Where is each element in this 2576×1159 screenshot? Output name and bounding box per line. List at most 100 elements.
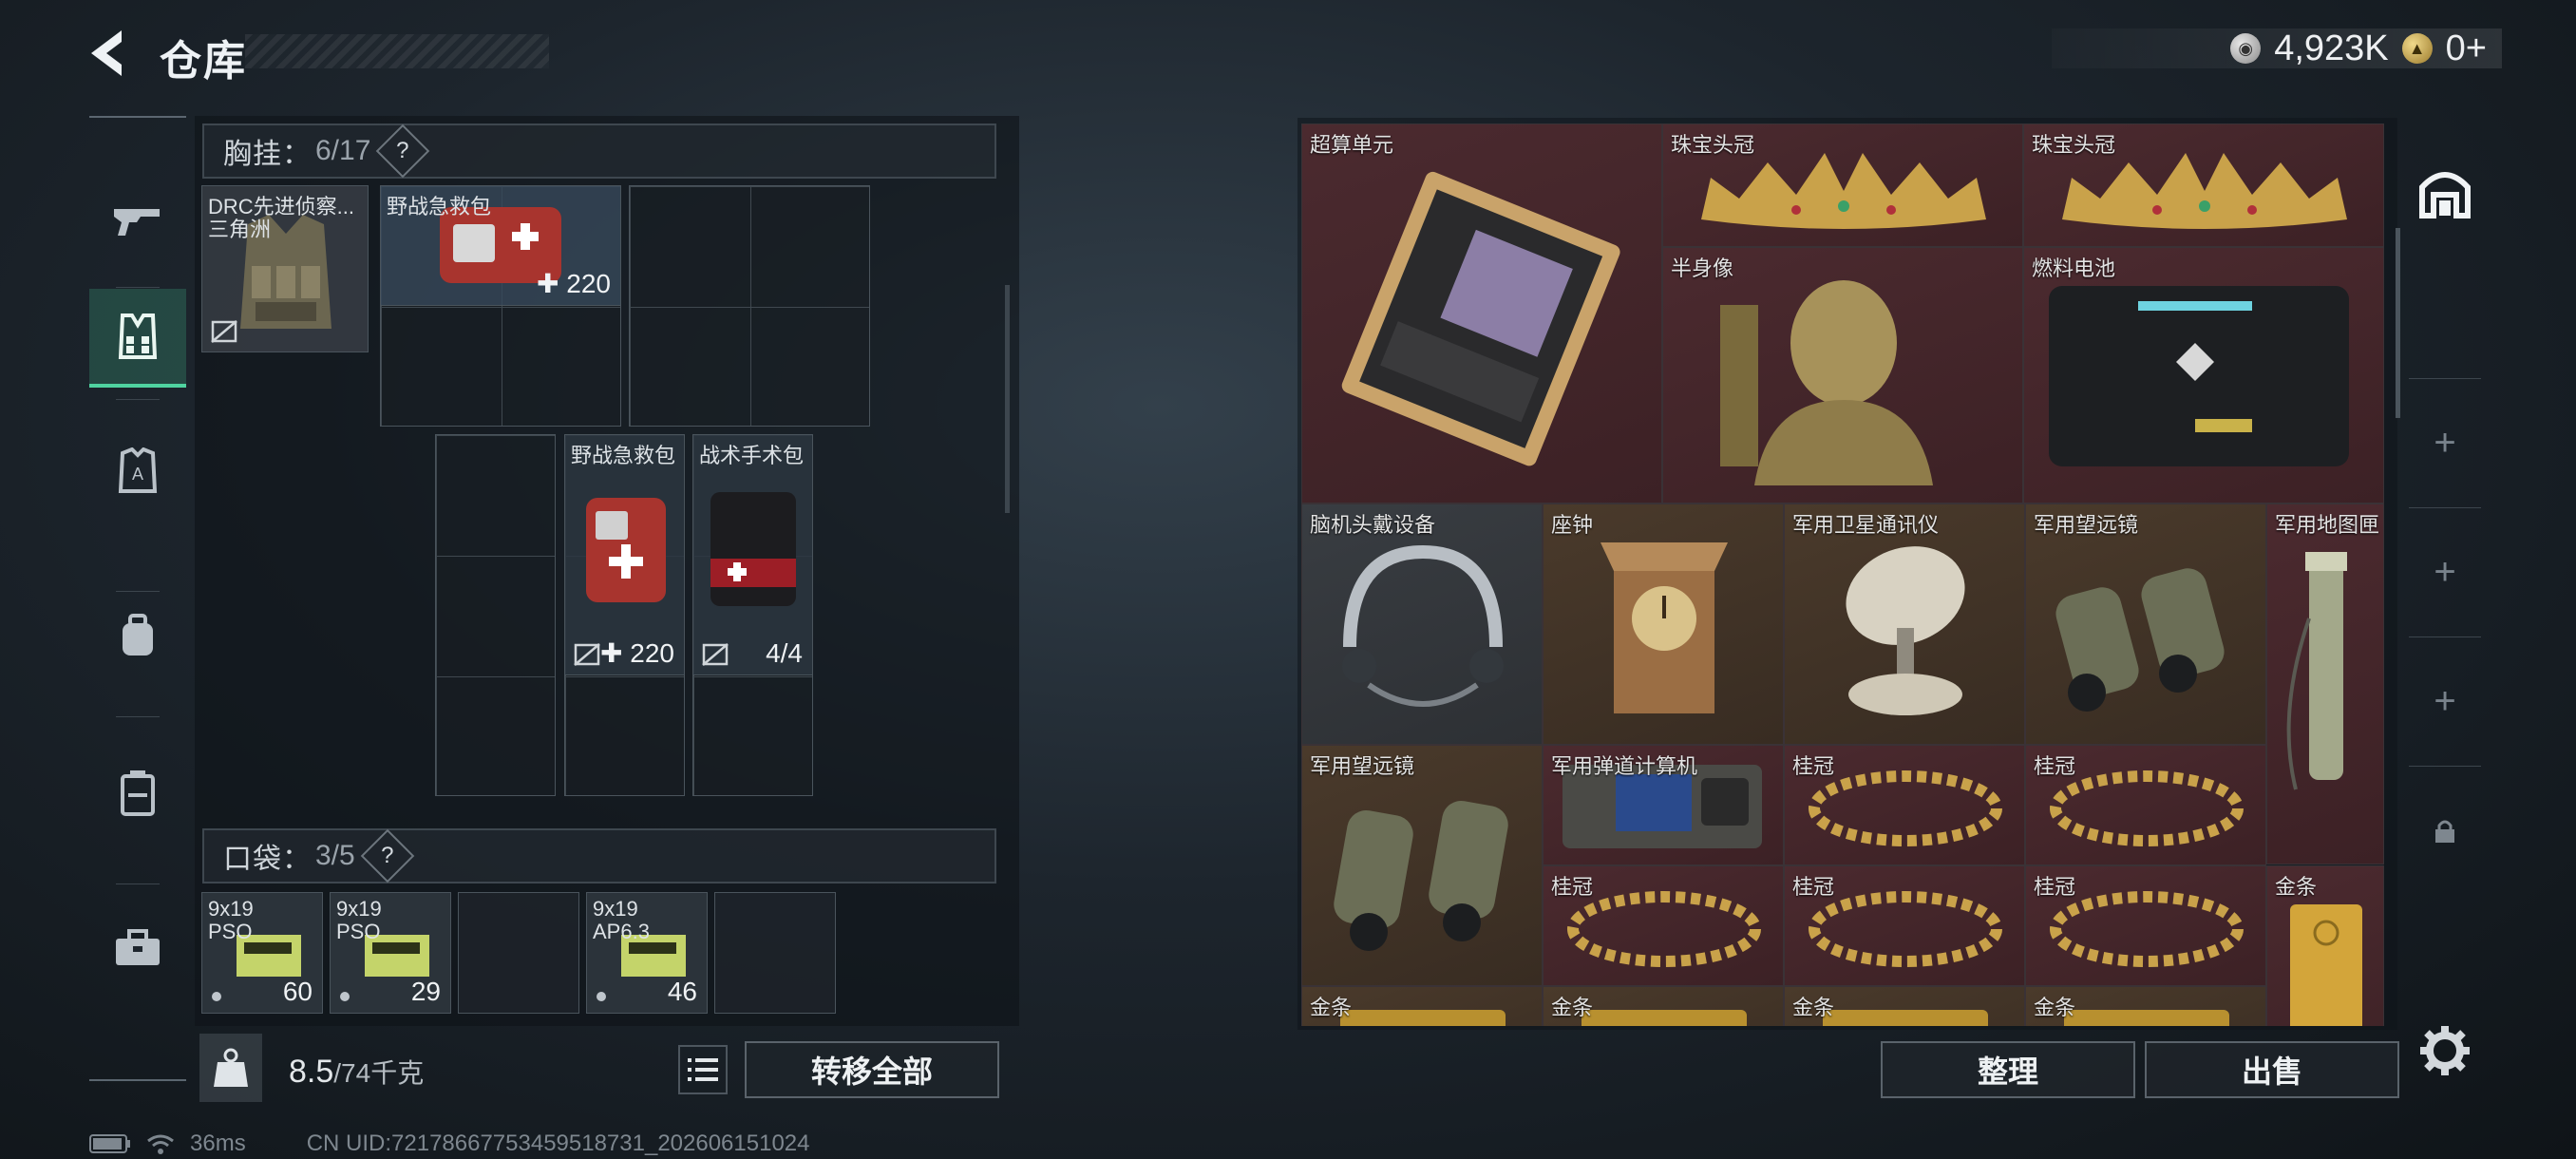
item-name: 桂冠 [1551,875,1594,899]
stash-item-gold-bar[interactable]: 金条 [1301,986,1543,1026]
rig-slot-grid[interactable] [629,185,870,427]
fuel-cell-image [2049,286,2349,466]
pockets-header: 口袋： 3/5 ? [202,828,996,884]
item-name: 燃料电池 [2032,256,2116,280]
satellite-dish-image [1846,546,1965,715]
svg-text:A: A [132,465,143,484]
item-name: 桂冠 [2034,754,2076,778]
equipped-chest-rig[interactable]: DRC先进侦察... 三角洲 [201,185,369,352]
nav-case[interactable] [89,743,186,842]
chest-rig-count: 6/17 [315,135,371,166]
item-name: 战术手术包 [699,444,805,467]
chest-rig-help-button[interactable]: ? [376,124,430,179]
gear-icon [2420,1026,2470,1075]
gold-coin-icon: ▲ [2401,33,2433,64]
stash-item-gold-bar[interactable]: 金条 [2025,986,2266,1026]
stash-item-binoculars[interactable]: 军用望远镜 [2025,504,2266,745]
stash-item-gold-bar[interactable]: 金条 [1784,986,2025,1026]
equipment-nav: A [89,116,186,1081]
status-bar: 36ms CN UID:72178667753459518731_2026061… [89,1130,810,1157]
item-name: 金条 [1792,996,1835,1019]
item-name: 野战急救包 [387,195,492,218]
stash-item-laurel[interactable]: 桂冠 [1784,745,2025,865]
ammo-dot-icon [212,992,221,1001]
weight-indicator [199,1034,262,1102]
stash-item-laurel[interactable]: 桂冠 [2025,745,2266,865]
no-insurance-icon [574,643,600,666]
nav-weapons[interactable] [89,171,186,270]
stash-tab-add[interactable]: + [2409,636,2481,766]
sort-button[interactable]: 整理 [1881,1041,2135,1098]
headset-image [1342,544,1504,707]
pocket-slot-empty[interactable] [458,892,579,1014]
stash-item-laurel[interactable]: 桂冠 [2025,865,2266,986]
pocket-slot-empty[interactable] [714,892,836,1014]
chest-rig-header: 胸挂： 6/17 ? [202,124,996,179]
stash-item-table-clock[interactable]: 座钟 [1543,504,1784,745]
stash-item-jewel-crown[interactable]: 珠宝头冠 [1662,124,2023,247]
item-name: 金条 [2275,875,2318,899]
item-subtitle: 三角洲 [208,218,272,241]
backpack-icon [123,614,153,656]
stash-item-binoculars[interactable]: 军用望远镜 [1301,745,1543,986]
stash-item-fuel-cell[interactable]: 燃料电池 [2023,247,2384,504]
nav-chest-rig[interactable] [89,289,186,388]
settings-button[interactable] [2416,1022,2473,1079]
item-name: 座钟 [1551,513,1594,537]
stash-tab-main[interactable] [2409,122,2481,264]
stash-scrollbar[interactable] [2396,228,2400,418]
weight-value: 8.5/74千克 [289,1054,425,1090]
page-title: 仓库 [160,38,247,85]
nav-backpack[interactable] [89,585,186,684]
binoculars-image [2055,568,2225,712]
stash-home-icon [2419,172,2471,218]
gun-icon [114,209,160,236]
stash-item-gold-bar[interactable]: 金条 [1543,986,1784,1026]
rig-item-first-aid[interactable]: 野战急救包 ✚ 220 [380,185,621,306]
rig-item-surgical-kit[interactable]: 战术手术包 4/4 [692,434,813,675]
item-name: 超算单元 [1310,133,1394,157]
nav-armor[interactable]: A [89,422,186,521]
stash-item-gold-bar[interactable]: 金条 [2266,865,2384,1026]
rig-item-first-aid[interactable]: 野战急救包 ✚ 220 [564,434,685,675]
vest-icon [118,314,158,359]
toolbox-icon [116,929,160,965]
gold-balance[interactable]: 0+ [2446,28,2487,69]
pocket-slot-ammo[interactable]: 9x19 AP6.3 46 [586,892,708,1014]
sell-button[interactable]: 出售 [2145,1041,2399,1098]
pockets-help-button[interactable]: ? [360,828,415,884]
pocket-slot-ammo[interactable]: 9x19 PSO 60 [201,892,323,1014]
stash-item-bci-headset[interactable]: 脑机头戴设备 [1301,504,1543,745]
stash-item-satellite-comm[interactable]: 军用卫星通讯仪 [1784,504,2025,745]
item-name: 野战急救包 [571,444,676,467]
battery-icon [89,1134,130,1153]
stash-tab-locked[interactable] [2409,766,2481,895]
item-name: 9x19 [336,897,382,921]
weight-icon [214,1048,248,1087]
stash-item-laurel[interactable]: 桂冠 [1543,865,1784,986]
item-count: 4/4 [766,638,803,668]
armor-icon: A [118,447,158,493]
ammo-dot-icon [597,992,606,1001]
list-view-button[interactable] [678,1045,728,1094]
stash-item-supercomputer[interactable]: 超算单元 [1301,124,1662,504]
item-count: ✚ 220 [537,269,611,298]
nav-toolbox[interactable] [89,899,186,998]
transfer-all-button[interactable]: 转移全部 [745,1041,999,1098]
chest-rig-label: 胸挂： [223,139,312,170]
item-name: 半身像 [1671,256,1734,280]
back-button[interactable] [84,25,141,82]
stash-item-ballistic-computer[interactable]: 军用弹道计算机 [1543,745,1784,865]
stash-item-map-case[interactable]: 军用地图匣 [2266,504,2384,864]
loadout-scrollbar[interactable] [1005,285,1010,513]
stash-item-jewel-crown[interactable]: 珠宝头冠 [2023,124,2384,247]
stash-tab-add[interactable]: + [2409,507,2481,636]
item-name: 桂冠 [1792,754,1835,778]
stash-tab-add[interactable]: + [2409,378,2481,507]
stash-item-bust[interactable]: 半身像 [1662,247,2023,504]
rig-slot-grid[interactable] [435,434,556,796]
stash-item-laurel[interactable]: 桂冠 [1784,865,2025,986]
pocket-slot-ammo[interactable]: 9x19 PSO 29 [330,892,451,1014]
silver-coin-icon: ◉ [2230,33,2262,64]
item-name: 金条 [1310,996,1353,1019]
